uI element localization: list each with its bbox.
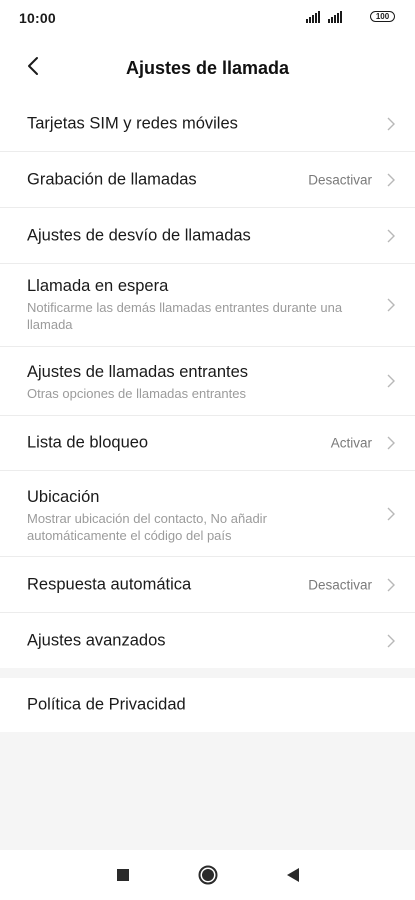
settings-list: Tarjetas SIM y redes móviles Grabación d…: [0, 97, 415, 668]
status-bar: 10:00 100: [0, 0, 415, 38]
signal-icon: [306, 11, 320, 23]
setting-incoming-calls[interactable]: Ajustes de llamadas entrantes Otras opci…: [0, 347, 415, 416]
setting-auto-answer[interactable]: Respuesta automática Desactivar: [0, 557, 415, 613]
setting-sim-cards[interactable]: Tarjetas SIM y redes móviles: [0, 97, 415, 152]
call-settings-screen: 10:00 100 Ajustes de llamada Tarjetas SI…: [0, 0, 415, 900]
setting-subtitle: Otras opciones de llamadas entrantes: [27, 386, 246, 401]
setting-title: Lista de bloqueo: [27, 433, 149, 452]
setting-value: Desactivar: [308, 577, 372, 592]
setting-title: Grabación de llamadas: [27, 170, 197, 188]
setting-value: Desactivar: [308, 172, 372, 187]
setting-title: Ajustes avanzados: [27, 631, 166, 649]
setting-title: Respuesta automática: [27, 575, 192, 593]
setting-call-recording[interactable]: Grabación de llamadas Desactivar: [0, 152, 415, 208]
privacy-policy-item[interactable]: Política de Privacidad: [0, 678, 415, 732]
system-nav-bar: [0, 850, 415, 900]
setting-subtitle: Mostrar ubicación del contacto, No añadi…: [27, 511, 267, 543]
setting-call-forwarding[interactable]: Ajustes de desvío de llamadas: [0, 208, 415, 264]
battery-icon: 100: [370, 11, 395, 22]
setting-subtitle: Notificarme las demás llamadas entrantes…: [27, 300, 343, 332]
setting-title: Llamada en espera: [27, 277, 169, 295]
chevron-right-icon: [387, 507, 395, 520]
chevron-right-icon: [387, 634, 395, 647]
setting-value: Activar: [330, 435, 372, 451]
chevron-right-icon: [387, 374, 395, 388]
home-circle-icon[interactable]: [197, 864, 219, 886]
setting-advanced[interactable]: Ajustes avanzados: [0, 613, 415, 668]
chevron-right-icon: [387, 229, 395, 242]
privacy-policy-label: Política de Privacidad: [27, 695, 186, 714]
page-title: Ajustes de llamada: [125, 58, 290, 78]
chevron-right-icon: [387, 173, 395, 186]
signal-icon: [328, 11, 342, 23]
setting-title: Ubicación: [27, 488, 100, 506]
section-divider: [0, 668, 415, 678]
recents-square-icon[interactable]: [112, 864, 134, 886]
status-time: 10:00: [19, 10, 56, 26]
chevron-right-icon: [387, 436, 395, 450]
app-header: Ajustes de llamada: [0, 38, 415, 97]
chevron-right-icon: [387, 298, 395, 312]
chevron-right-icon: [387, 578, 395, 591]
setting-title: Tarjetas SIM y redes móviles: [27, 114, 238, 133]
setting-title: Ajustes de llamadas entrantes: [27, 363, 249, 381]
back-triangle-icon[interactable]: [282, 864, 304, 886]
setting-location[interactable]: Ubicación Mostrar ubicación del contacto…: [0, 471, 415, 557]
setting-block-list[interactable]: Lista de bloqueo Activar: [0, 416, 415, 471]
chevron-right-icon: [387, 117, 395, 131]
setting-title: Ajustes de desvío de llamadas: [27, 226, 251, 244]
setting-call-waiting[interactable]: Llamada en espera Notificarme las demás …: [0, 264, 415, 347]
